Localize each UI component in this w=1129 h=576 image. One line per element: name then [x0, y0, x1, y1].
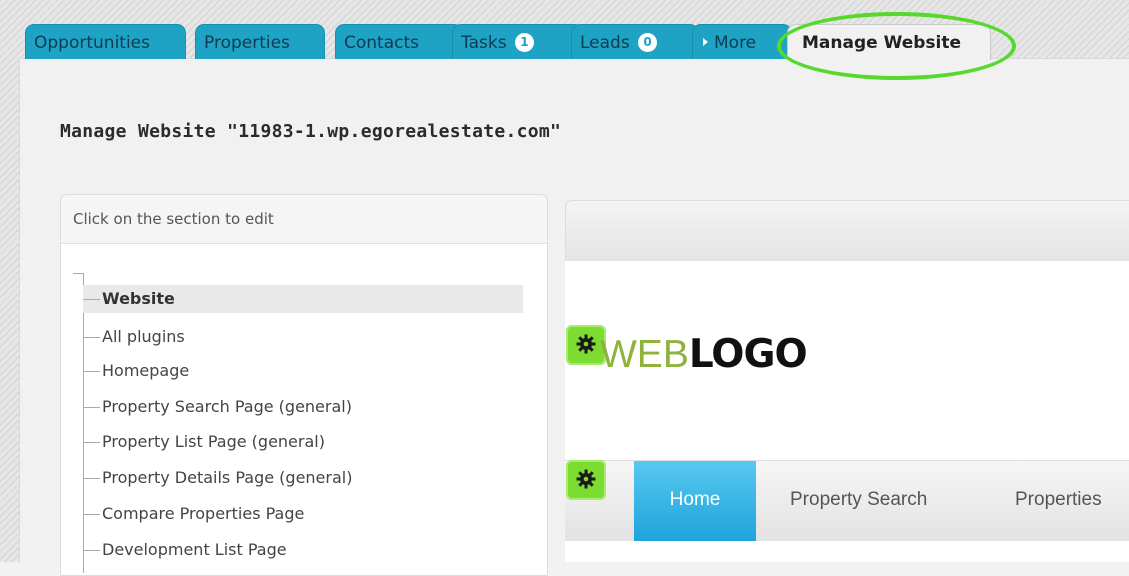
tree-item-property-search-page[interactable]: Property Search Page (general)	[83, 393, 352, 421]
tab-label: More	[714, 33, 757, 53]
tree-item-label: Property Details Page (general)	[102, 468, 353, 487]
tree-item-compare-properties-page[interactable]: Compare Properties Page	[83, 500, 304, 528]
tree-header: Click on the section to edit	[61, 195, 547, 244]
nav-item-properties[interactable]: Properties	[1015, 461, 1102, 542]
website-logo: WEBLOGO	[600, 331, 808, 379]
tree-item-label: All plugins	[102, 327, 185, 346]
tree-item-property-details-page[interactable]: Property Details Page (general)	[83, 464, 352, 492]
tree-item-label: Website	[102, 289, 175, 308]
tree-item-label: Compare Properties Page	[102, 504, 305, 523]
tab-label: Contacts	[344, 33, 419, 53]
tree-branch	[83, 299, 100, 300]
page-title: Manage Website "11983-1.wp.egorealestate…	[60, 121, 562, 142]
tree-connector-line	[83, 273, 84, 573]
tree-root-connector	[73, 273, 83, 274]
nav-item-home[interactable]: Home	[634, 461, 756, 542]
tab-label: Leads	[580, 33, 630, 53]
logo-logo-text: LOGO	[688, 332, 808, 377]
tree-item-label: Property List Page (general)	[102, 432, 325, 451]
tab-label: Properties	[204, 33, 290, 53]
preview-top-bar	[565, 200, 1129, 262]
tree-item-label: Development List Page	[102, 540, 287, 559]
website-nav-bar: Home Property Search Properties	[565, 460, 1129, 542]
tree-branch	[83, 337, 100, 338]
tree-branch	[83, 371, 100, 372]
triangle-right-icon	[703, 38, 708, 46]
leads-count-badge: 0	[638, 33, 658, 52]
logo-web-text: WEB	[600, 333, 689, 376]
gear-icon	[576, 469, 596, 489]
tree-item-label: Homepage	[102, 361, 190, 380]
tab-properties[interactable]: Properties	[195, 24, 325, 59]
preview-below-nav	[565, 541, 1129, 562]
tree-item-all-plugins[interactable]: All plugins	[83, 323, 185, 351]
tree-item-development-list-page[interactable]: Development List Page	[83, 536, 287, 564]
gear-icon	[576, 334, 596, 354]
tasks-count-badge: 1	[514, 33, 534, 52]
edit-nav-gear-button[interactable]	[566, 460, 606, 500]
tree-item-homepage[interactable]: Homepage	[83, 357, 189, 385]
tab-contacts[interactable]: Contacts	[335, 24, 463, 59]
tab-opportunities[interactable]: Opportunities	[25, 24, 186, 59]
tab-tasks[interactable]: Tasks 1	[452, 24, 584, 59]
tree-branch	[83, 514, 100, 515]
tree-item-label: Property Search Page (general)	[102, 397, 352, 416]
tree-branch	[83, 478, 100, 479]
nav-item-property-search[interactable]: Property Search	[790, 461, 927, 542]
tree-branch	[83, 550, 100, 551]
tab-label: Opportunities	[34, 33, 150, 53]
tab-label: Tasks	[461, 33, 507, 53]
tree-item-property-list-page[interactable]: Property List Page (general)	[83, 428, 325, 456]
highlight-annotation	[777, 12, 1016, 80]
tab-leads[interactable]: Leads 0	[571, 24, 699, 59]
tree-item-website[interactable]: Website	[83, 285, 523, 313]
tree-branch	[83, 407, 100, 408]
section-tree-panel: Click on the section to edit Website All…	[60, 194, 548, 576]
tree-branch	[83, 442, 100, 443]
